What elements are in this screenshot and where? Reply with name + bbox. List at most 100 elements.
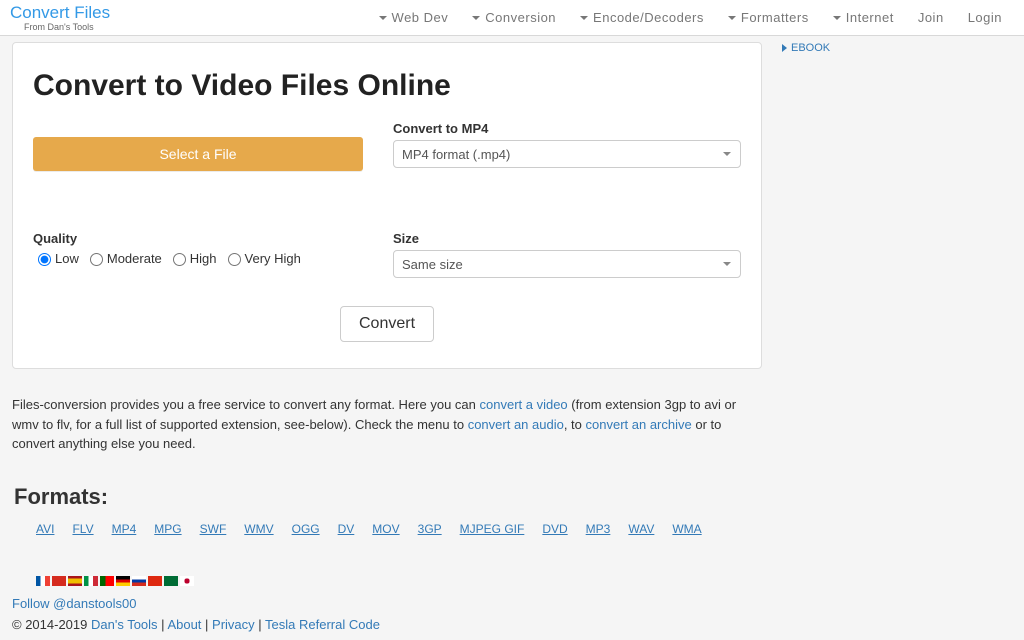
format-link-ogg[interactable]: OGG [292, 522, 320, 536]
format-link-flv[interactable]: FLV [72, 522, 93, 536]
flag-russia-icon[interactable] [132, 576, 146, 586]
description-text: Files-conversion provides you a free ser… [12, 395, 762, 454]
desc-pre: Files-conversion provides you a free ser… [12, 397, 480, 412]
convert-to-select[interactable]: MP4 format (.mp4) [393, 140, 741, 168]
main-column: Convert to Video Files Online Select a F… [12, 36, 762, 454]
nav-dropdown-encode-decoders[interactable]: Encode/Decoders [568, 10, 716, 25]
flag-japan-icon[interactable] [180, 576, 194, 586]
col-select-file: Select a File [33, 121, 363, 171]
page-title: Convert to Video Files Online [33, 69, 741, 103]
nav-item-label: Internet [846, 10, 894, 25]
quality-option-high[interactable]: High [168, 250, 217, 266]
quality-label: Quality [33, 231, 363, 246]
quality-radio[interactable] [228, 253, 241, 266]
quality-radio-group: Low Moderate High Very High [33, 250, 363, 266]
sidebar-item-label: EBOOK [791, 42, 830, 54]
flag-france-icon[interactable] [36, 576, 50, 586]
nav-items: Web Dev Conversion Encode/Decoders Formatte… [367, 10, 1014, 25]
follow-link[interactable]: Follow @danstools00 [12, 596, 136, 611]
convert-to-select-wrap: MP4 format (.mp4) [393, 140, 741, 168]
quality-option-label: Moderate [107, 251, 162, 266]
brand-subtitle: From Dan's Tools [24, 23, 110, 32]
quality-option-low[interactable]: Low [33, 250, 79, 266]
quality-radio[interactable] [90, 253, 103, 266]
format-link-wmv[interactable]: WMV [244, 522, 273, 536]
nav-dropdown-formatters[interactable]: Formatters [716, 10, 821, 25]
desc-mid2: , to [564, 417, 586, 432]
flag-switzerland-icon[interactable] [52, 576, 66, 586]
sidebar-item-ebook[interactable]: EBOOK [782, 42, 1012, 54]
brand-title: Convert Files [10, 4, 110, 21]
footer-link-privacy[interactable]: Privacy [212, 617, 255, 632]
format-link-3gp[interactable]: 3GP [418, 522, 442, 536]
select-file-button[interactable]: Select a File [33, 137, 363, 171]
quality-option-label: Low [55, 251, 79, 266]
layout: Convert to Video Files Online Select a F… [12, 36, 1012, 454]
quality-radio[interactable] [38, 253, 51, 266]
copyright: © 2014-2019 Dan's Tools | About | Privac… [12, 617, 1012, 632]
row-file-format: Select a File Convert to MP4 MP4 format … [33, 121, 741, 171]
caret-down-icon [379, 16, 387, 20]
nav-link-join[interactable]: Join [906, 10, 956, 25]
nav-dropdown-conversion[interactable]: Conversion [460, 10, 568, 25]
nav-dropdown-internet[interactable]: Internet [821, 10, 906, 25]
format-link-avi[interactable]: AVI [36, 522, 54, 536]
converter-card: Convert to Video Files Online Select a F… [12, 42, 762, 369]
quality-option-label: High [190, 251, 217, 266]
caret-right-icon [782, 44, 787, 52]
sidebar: EBOOK [782, 36, 1012, 454]
flag-italy-icon[interactable] [84, 576, 98, 586]
link-convert-audio[interactable]: convert an audio [468, 417, 564, 432]
flag-portugal-icon[interactable] [100, 576, 114, 586]
nav-item-label: Conversion [485, 10, 556, 25]
caret-down-icon [472, 16, 480, 20]
footer-link-dan-s-tools[interactable]: Dan's Tools [91, 617, 158, 632]
col-size: Size Same size [393, 231, 741, 278]
format-link-mp3[interactable]: MP3 [586, 522, 611, 536]
brand[interactable]: Convert Files From Dan's Tools [10, 4, 110, 32]
quality-option-label: Very High [245, 251, 301, 266]
col-quality: Quality Low Moderate High Very High [33, 231, 363, 278]
nav-dropdown-web-dev[interactable]: Web Dev [367, 10, 461, 25]
format-link-dv[interactable]: DV [338, 522, 355, 536]
language-flags [36, 576, 1012, 586]
nav-link-login[interactable]: Login [956, 10, 1014, 25]
format-link-mov[interactable]: MOV [372, 522, 399, 536]
size-label: Size [393, 231, 741, 246]
flag-spain-icon[interactable] [68, 576, 82, 586]
format-link-mpg[interactable]: MPG [154, 522, 181, 536]
col-convert-to: Convert to MP4 MP4 format (.mp4) [393, 121, 741, 171]
format-link-dvd[interactable]: DVD [542, 522, 567, 536]
footer-link-tesla-referral-code[interactable]: Tesla Referral Code [265, 617, 380, 632]
format-link-mp4[interactable]: MP4 [112, 522, 137, 536]
nav-item-label: Encode/Decoders [593, 10, 704, 25]
format-link-wav[interactable]: WAV [628, 522, 654, 536]
row-quality-size: Quality Low Moderate High Very High Size Sa… [33, 231, 741, 278]
formats-title: Formats: [14, 484, 1012, 510]
quality-radio[interactable] [173, 253, 186, 266]
format-link-swf[interactable]: SWF [200, 522, 227, 536]
link-convert-archive[interactable]: convert an archive [586, 417, 692, 432]
link-convert-video[interactable]: convert a video [480, 397, 568, 412]
flag-germany-icon[interactable] [116, 576, 130, 586]
navbar: Convert Files From Dan's Tools Web Dev Co… [0, 0, 1024, 36]
convert-to-label: Convert to MP4 [393, 121, 741, 136]
footer-link-about[interactable]: About [167, 617, 201, 632]
format-link-wma[interactable]: WMA [672, 522, 701, 536]
convert-button[interactable]: Convert [340, 306, 434, 342]
flag-saudi-icon[interactable] [164, 576, 178, 586]
formats-list: AVI FLV MP4 MPG SWF WMV OGG DV MOV 3GP MJPEG GIF DV… [12, 522, 1012, 536]
convert-button-wrap: Convert [33, 306, 741, 342]
caret-down-icon [580, 16, 588, 20]
caret-down-icon [728, 16, 736, 20]
nav-item-label: Formatters [741, 10, 809, 25]
page-container: Convert to Video Files Online Select a F… [0, 36, 1024, 640]
footer: Follow @danstools00 © 2014-2019 Dan's To… [12, 586, 1012, 640]
quality-option-very-high[interactable]: Very High [223, 250, 301, 266]
flag-china-icon[interactable] [148, 576, 162, 586]
quality-option-moderate[interactable]: Moderate [85, 250, 162, 266]
size-select[interactable]: Same size [393, 250, 741, 278]
size-select-wrap: Same size [393, 250, 741, 278]
copyright-text: © 2014-2019 [12, 617, 91, 632]
format-link-mjpeg-gif[interactable]: MJPEG GIF [460, 522, 525, 536]
